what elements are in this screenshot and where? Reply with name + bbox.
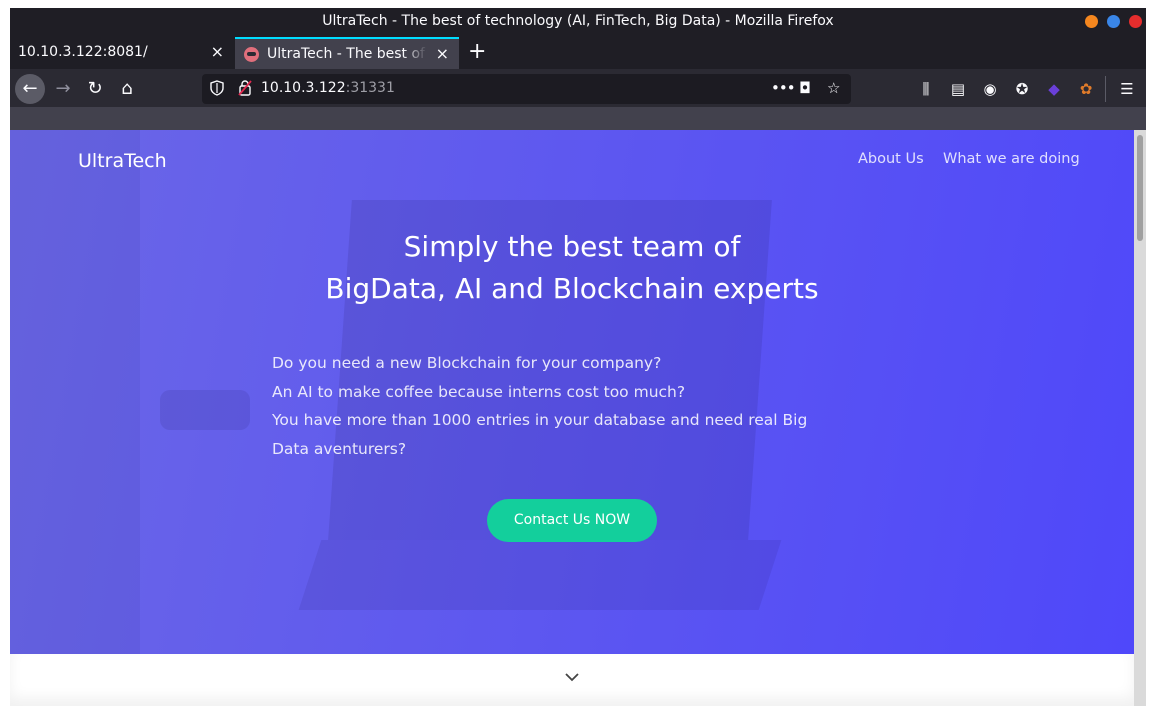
pocket-icon[interactable]: ◘	[799, 79, 811, 97]
extension-fox-icon[interactable]: ✿	[1077, 80, 1095, 98]
page-viewport: UltraTech About Us What we are doing Sim…	[10, 130, 1146, 706]
url-port: :31331	[345, 80, 395, 96]
minimize-button[interactable]	[1085, 15, 1098, 28]
sidebar-icon[interactable]: ▤	[949, 80, 967, 98]
url-bar[interactable]: 10.10.3.122:31331 ••• ◘ ☆	[202, 74, 851, 104]
account-icon[interactable]: ◉	[981, 80, 999, 98]
toolbar-separator	[1105, 76, 1106, 102]
scrollbar-thumb[interactable]	[1137, 135, 1143, 241]
close-tab-icon[interactable]: ×	[436, 44, 449, 63]
library-icon[interactable]: ⫼	[917, 80, 935, 98]
hero-section: UltraTech About Us What we are doing Sim…	[10, 130, 1134, 654]
bookmark-star-icon[interactable]: ☆	[827, 79, 840, 97]
title-bar: UltraTech - The best of technology (AI, …	[10, 8, 1146, 36]
background-decoration	[10, 130, 140, 654]
insecure-lock-icon[interactable]	[238, 79, 252, 97]
browser-window: UltraTech - The best of technology (AI, …	[10, 8, 1146, 706]
nav-link-about-us[interactable]: About Us	[858, 151, 924, 167]
cookie-extension-icon[interactable]: ✪	[1013, 80, 1031, 98]
background-glasses	[160, 390, 250, 430]
tab-label: UltraTech - The best of technology (AI, …	[267, 46, 427, 62]
navigation-toolbar: ← → ↻ ⌂ 10.10.3.122:31331 ••• ◘ ☆ ⫼ ▤ ◉ …	[10, 69, 1146, 107]
close-tab-icon[interactable]: ×	[211, 42, 224, 61]
back-button[interactable]: ←	[15, 74, 45, 104]
chevron-down-icon[interactable]	[563, 668, 581, 686]
page-actions-icon[interactable]: •••	[771, 79, 796, 97]
vertical-scrollbar[interactable]	[1134, 130, 1146, 706]
url-host: 10.10.3.122	[261, 80, 346, 96]
forward-button[interactable]: →	[48, 74, 78, 104]
maximize-button[interactable]	[1107, 15, 1120, 28]
site-favicon-icon	[244, 47, 259, 62]
tab-strip: 10.10.3.122:8081/ × UltraTech - The best…	[10, 36, 1146, 69]
bookmarks-toolbar	[10, 107, 1146, 130]
hero-text-line: An AI to make coffee because interns cos…	[272, 382, 686, 401]
hero-headline-line-1: Simply the best team of	[403, 230, 741, 263]
hero-description: Do you need a new Blockchain for your co…	[272, 349, 812, 463]
hamburger-menu-icon[interactable]: ☰	[1118, 80, 1136, 98]
tab-ultratech[interactable]: UltraTech - The best of technology (AI, …	[235, 37, 459, 69]
hero-text-line: Do you need a new Blockchain for your co…	[272, 354, 662, 372]
tab-port-8081[interactable]: 10.10.3.122:8081/ ×	[10, 37, 234, 69]
site-brand[interactable]: UltraTech	[78, 150, 167, 172]
home-button[interactable]: ⌂	[112, 74, 142, 104]
reload-button[interactable]: ↻	[80, 74, 110, 104]
contact-us-button[interactable]: Contact Us NOW	[487, 499, 657, 542]
close-window-button[interactable]	[1129, 15, 1142, 28]
hero-text-line: You have more than 1000 entries in your …	[272, 411, 808, 458]
nav-link-what-we-are-doing[interactable]: What we are doing	[943, 151, 1080, 167]
window-title: UltraTech - The best of technology (AI, …	[322, 13, 834, 29]
url-text[interactable]: 10.10.3.122:31331	[261, 80, 395, 96]
hero-headline-line-2: BigData, AI and Blockchain experts	[325, 272, 819, 305]
tracking-protection-shield-icon[interactable]	[210, 80, 224, 96]
extension-icon[interactable]: ◆	[1045, 80, 1063, 98]
tab-label: 10.10.3.122:8081/	[18, 44, 148, 60]
new-tab-icon[interactable]: +	[468, 39, 486, 64]
background-keyboard	[298, 540, 782, 610]
